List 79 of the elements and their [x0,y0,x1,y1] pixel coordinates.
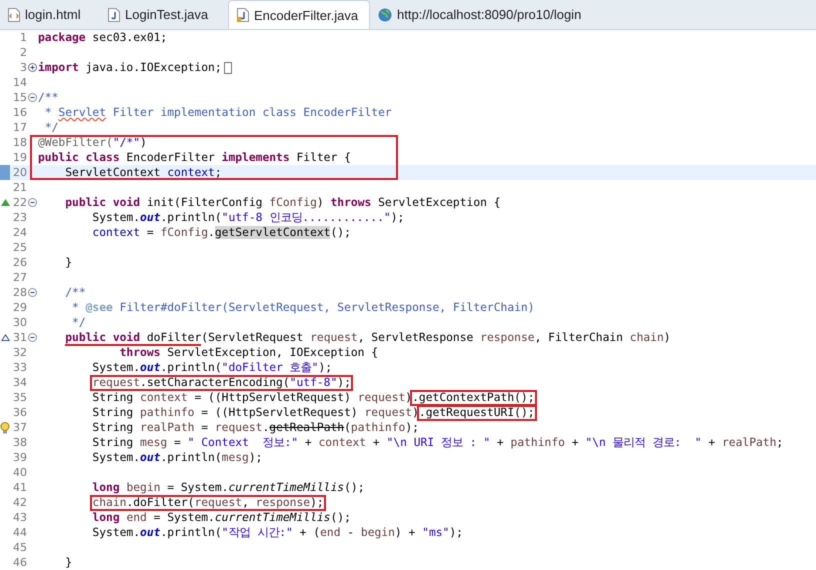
warning-icon [0,422,10,434]
editor-tab[interactable]: LoginTest.java [100,0,228,29]
line-number: 46 [12,556,27,569]
line-number: 19 [12,151,27,164]
line-number: 2 [19,46,27,59]
line-number: 17 [12,121,27,134]
code-line: } [64,556,72,569]
code-line: String realPath = request.getRealPath(pathinfo); [91,421,419,434]
line-number: 42 [12,496,27,509]
code-line: package sec03.ex01; [38,31,168,44]
code-line: String context = ((HttpServletRequest) request).getContextPath(); [91,391,535,404]
code-line: String pathinfo = ((HttpServletRequest) request).getRequestURI(); [91,406,535,419]
collapse-icon[interactable] [28,288,37,297]
line-number: 37 [12,421,27,434]
code-line: */ [71,316,86,329]
code-line: public class EncoderFilter implements Filter { [38,151,351,164]
line-number: 20 [12,166,27,179]
code-line: ServletContext context; [64,166,222,179]
line-number: 38 [12,436,27,449]
line-number: 33 [12,361,27,374]
code-line: System.out.println(mesg); [91,451,262,464]
line-number: 25 [12,241,27,254]
line-number: 28 [12,286,27,299]
code-line: long begin = System.currentTimeMillis(); [91,481,364,494]
line-number: 41 [12,481,27,494]
code-line: import java.io.IOException; [38,61,222,74]
expand-icon[interactable] [28,63,37,72]
code-line: System.out.println("utf-8 인코딩............"); [91,210,404,225]
line-number: 15 [12,91,27,104]
line-number: 24 [12,226,27,239]
code-line: * @see Filter#doFilter(ServletRequest, ServletResponse, FilterChain) [71,301,535,314]
code-line: String mesg = " Context 정보:" + context + "\n URI 정보 : " + pathinfo + "\n 물리적 경로: " + realPath; [91,435,784,450]
code-line: System.out.println("doFilter 호출"); [91,360,332,375]
collapse-icon[interactable] [28,333,37,342]
line-number: 39 [12,451,27,464]
line-number: 34 [12,376,27,389]
triangle-icon [0,199,10,206]
globe-icon [378,8,392,22]
html-file-icon [8,8,20,22]
editor-tab[interactable]: EncoderFilter.java [228,0,370,29]
line-number: 36 [12,406,27,419]
code-line: long end = System.currentTimeMillis(); [91,511,351,524]
folded-code-icon[interactable] [224,62,232,74]
code-line: System.out.println("작업 시간:" + (end - begin) + "ms"); [91,525,463,540]
code-line: /** [64,286,86,299]
line-number: 35 [12,391,27,404]
code-line: * Servlet Filter implementation class EncoderFilter [44,106,392,119]
code-line: throws ServletException, IOException { [118,346,378,359]
editor-tab[interactable]: http://localhost:8090/pro10/login [370,0,590,29]
line-number: 1 [19,31,27,44]
editor-tab[interactable]: login.html [0,0,100,29]
line-number: 40 [12,466,27,479]
line-number: 16 [12,106,27,119]
line-number: 30 [12,316,27,329]
code-line: public void init(FilterConfig fConfig) throws ServletException { [64,196,501,209]
code-line: /** [38,91,58,104]
line-number: 14 [12,76,27,89]
line-number: 45 [12,541,27,554]
line-number: 27 [12,271,27,284]
line-number: 44 [12,526,27,539]
line-number: 21 [12,181,27,194]
code-line: context = fConfig.getServletContext(); [91,226,351,239]
line-number: 23 [12,211,27,224]
line-number: 18 [12,136,27,149]
code-line: } [64,256,72,269]
line-number: 3 [19,61,27,74]
line-number: 26 [12,256,27,269]
code-line: */ [44,121,58,134]
code-line: public void doFilter(ServletRequest request, ServletResponse response, FilterChain chain) [64,331,671,344]
java-file-icon [237,8,249,22]
java-file-icon [108,8,120,22]
collapse-icon[interactable] [28,93,37,102]
line-number: 29 [12,301,27,314]
line-number: 31 [12,331,27,344]
line-number: 43 [12,511,27,524]
line-number: 22 [12,196,27,209]
code-line: @WebFilter("/*") [38,136,147,149]
line-number: 32 [12,346,27,359]
collapse-icon[interactable] [28,198,37,207]
